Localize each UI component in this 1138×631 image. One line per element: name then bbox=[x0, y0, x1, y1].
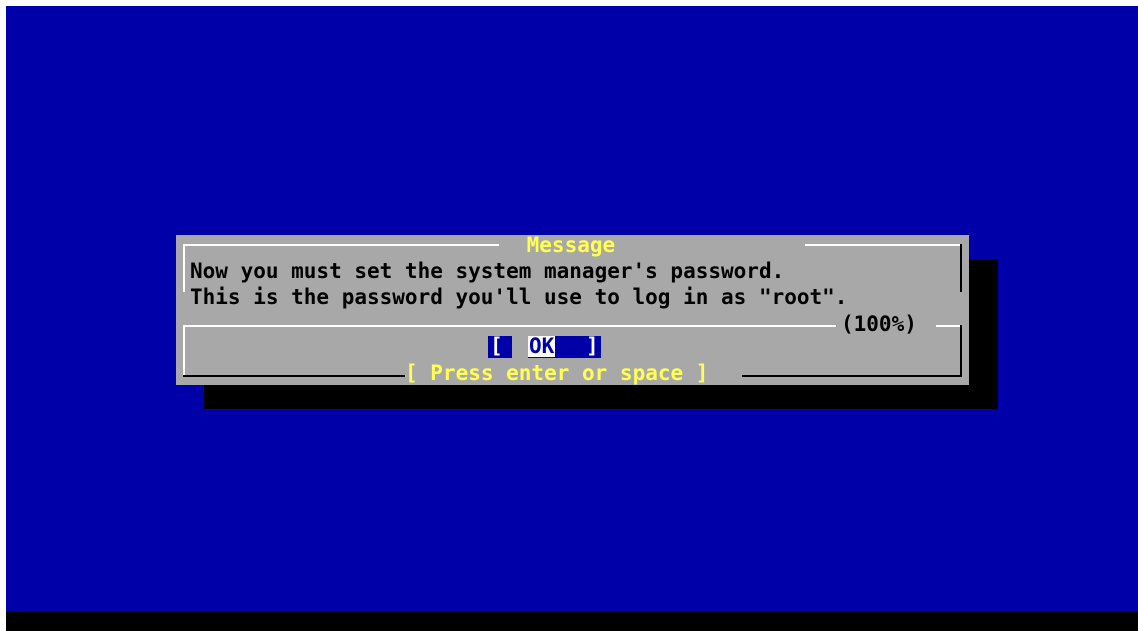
frame-top-left bbox=[183, 244, 499, 246]
message-line-1: Now you must set the system manager's pa… bbox=[190, 259, 785, 283]
frame-right bbox=[960, 244, 962, 292]
frame-bottom-right bbox=[742, 375, 962, 377]
bottom-status-bar bbox=[6, 612, 1138, 631]
frame-bottom-left bbox=[183, 375, 405, 377]
frame-right-lower bbox=[960, 325, 962, 375]
screen: Message Now you must set the system mana… bbox=[0, 0, 1138, 631]
frame-separator bbox=[183, 325, 836, 327]
dialog-title: Message bbox=[514, 233, 628, 257]
ok-button-label: OK bbox=[528, 334, 556, 358]
frame-left bbox=[183, 244, 185, 292]
frame-left-lower bbox=[183, 325, 185, 375]
frame-separator-right bbox=[936, 325, 962, 327]
ok-button-right-bracket: ] bbox=[586, 334, 599, 358]
message-line-2: This is the password you'll use to log i… bbox=[190, 285, 848, 309]
ok-button-left-bracket: [ bbox=[490, 334, 503, 358]
keyboard-hint: [ Press enter or space ] bbox=[405, 361, 709, 385]
ok-button-gap bbox=[512, 336, 528, 358]
ok-button[interactable]: [ OK ] bbox=[488, 336, 601, 358]
frame-top-right bbox=[805, 244, 962, 246]
progress-indicator: (100%) bbox=[841, 312, 917, 336]
message-dialog: Message Now you must set the system mana… bbox=[176, 235, 969, 385]
